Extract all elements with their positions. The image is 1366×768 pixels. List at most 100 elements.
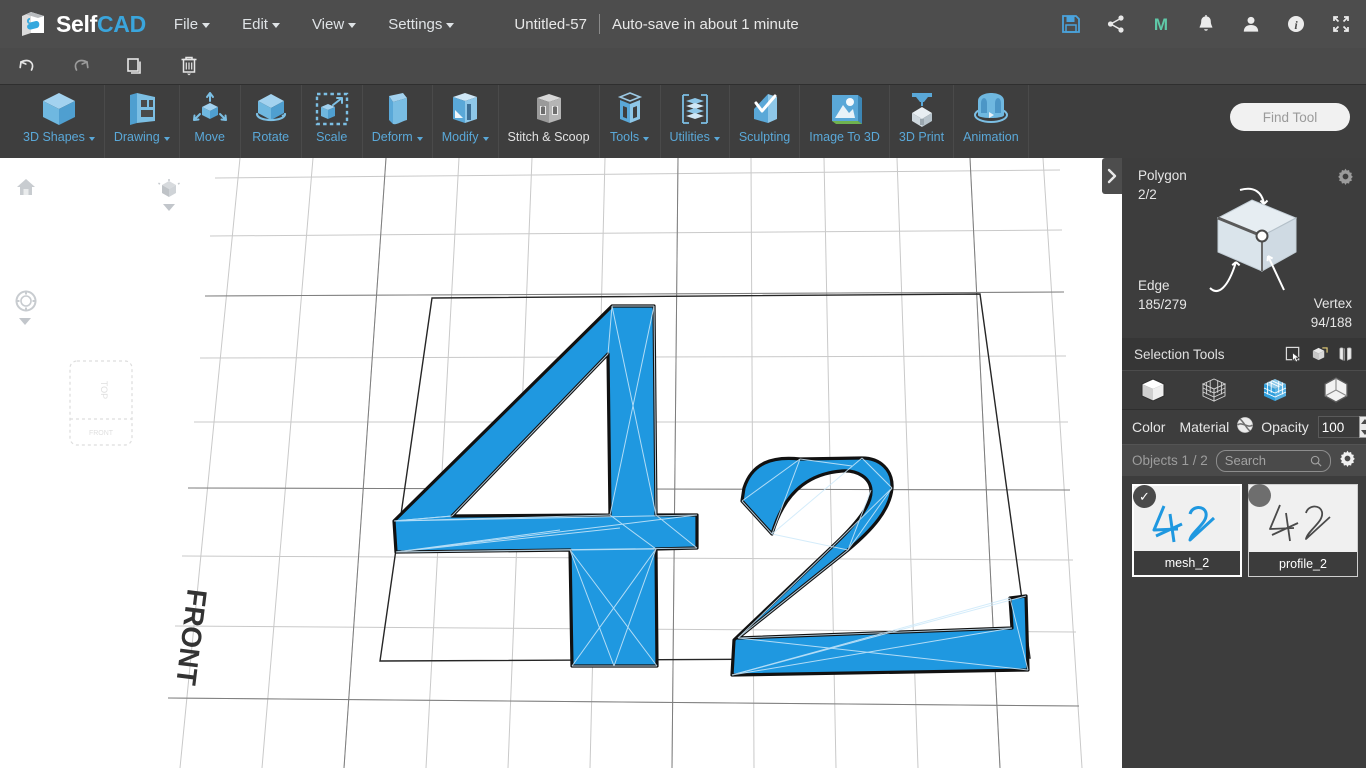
objects-count-label: Objects 1 / 2 (1132, 453, 1208, 468)
tool-rotate[interactable]: Rotate (241, 85, 302, 158)
mode-object[interactable] (1122, 376, 1183, 404)
spinner-down-icon[interactable] (1361, 430, 1366, 435)
chevron-down-icon (271, 23, 280, 28)
chevron-down-icon (643, 136, 650, 141)
menu-settings[interactable]: Settings (386, 12, 456, 37)
tool-label: Tools (610, 130, 650, 144)
3d-print-icon (901, 85, 943, 130)
tool-label: Deform (372, 130, 423, 144)
sculpting-icon (744, 85, 786, 130)
tool-modify[interactable]: Modify (433, 85, 499, 158)
tool-tools[interactable]: Tools (600, 85, 661, 158)
selection-tools-label: Selection Tools (1134, 346, 1225, 362)
tool-move[interactable]: Move (180, 85, 241, 158)
selfcad-logo[interactable]: SelfCAD (18, 9, 146, 39)
selection-tools-row: Selection Tools (1122, 338, 1366, 370)
tool-stitch-scoop[interactable]: Stitch & Scoop (499, 85, 600, 158)
undo-button[interactable] (0, 48, 54, 84)
navigation-mode-button[interactable] (14, 289, 38, 318)
object-name: mesh_2 (1134, 551, 1240, 575)
tool-drawing[interactable]: Drawing (105, 85, 180, 158)
objects-search-input[interactable]: Search (1215, 449, 1331, 472)
tool-utilities[interactable]: Utilities (661, 85, 730, 158)
navigation-dropdown-caret[interactable] (19, 318, 31, 325)
object-thumbnail (1134, 498, 1240, 548)
object-card-profile-2[interactable]: profile_2 (1248, 484, 1358, 577)
vertex-count: Vertex 94/188 (1311, 294, 1352, 332)
profile-thumbnail-icon (1269, 504, 1331, 542)
material-sphere-icon[interactable] (1236, 416, 1254, 439)
tool-3d-shapes[interactable]: 3D Shapes (14, 85, 105, 158)
selection-settings-button[interactable] (1337, 168, 1354, 190)
modify-icon (444, 85, 486, 130)
utilities-icon (674, 85, 716, 130)
menu-view-label: View (311, 15, 345, 33)
menu-edit[interactable]: Edit (240, 12, 282, 37)
tool-label: 3D Print (899, 130, 944, 144)
material-label: Material (1179, 419, 1230, 435)
lasso-select-icon[interactable] (1337, 346, 1354, 363)
info-icon[interactable]: i (1285, 13, 1307, 35)
3d-viewport[interactable]: FRONT TOP FRONT Y Z X (0, 158, 1122, 768)
mode-edge[interactable] (1305, 376, 1366, 404)
tool-drawing-label: Drawing (113, 130, 160, 144)
object-name: profile_2 (1249, 552, 1357, 576)
menu-file[interactable]: File (172, 12, 212, 37)
box-select-icon[interactable] (1311, 346, 1328, 363)
view-cube-button[interactable] (158, 178, 180, 205)
tool-sculpting[interactable]: Sculpting (730, 85, 801, 158)
mode-vertex[interactable] (1183, 376, 1244, 404)
tool-label: Modify (442, 130, 489, 144)
opacity-spinner[interactable] (1358, 416, 1366, 438)
share-icon[interactable] (1105, 13, 1127, 35)
rectangle-select-icon[interactable] (1285, 346, 1302, 363)
tool-image-to-3d[interactable]: Image To 3D (800, 85, 890, 158)
vertex-value: 94/188 (1310, 315, 1352, 330)
move-icon (189, 85, 231, 130)
tool-image-to-3d-label: Image To 3D (809, 130, 880, 144)
account-icon[interactable] (1240, 13, 1262, 35)
tool-scale-label: Scale (316, 130, 348, 144)
delete-button[interactable] (162, 48, 216, 84)
logo-cad-text: CAD (96, 10, 146, 37)
find-tool-input[interactable]: Find Tool (1230, 103, 1350, 131)
color-label: Color (1132, 419, 1166, 435)
document-title[interactable]: Untitled-57 (514, 16, 587, 33)
drawing-icon (121, 85, 163, 130)
tool-deform[interactable]: Deform (363, 85, 433, 158)
objects-settings-button[interactable] (1339, 450, 1356, 472)
logo-self-text: Self (56, 10, 97, 37)
mode-polygon[interactable] (1244, 376, 1305, 404)
redo-button[interactable] (54, 48, 108, 84)
opacity-stepper[interactable]: 100 (1317, 416, 1366, 438)
viewport-scene: FRONT TOP FRONT Y Z X (69, 158, 1083, 768)
tool-utilities-label: Utilities (669, 130, 710, 144)
edge-label: Edge (1138, 278, 1170, 293)
find-tool-placeholder: Find Tool (1262, 109, 1318, 125)
menu-view[interactable]: View (310, 12, 358, 37)
tool-3d-shapes-label: 3D Shapes (23, 130, 85, 144)
copy-button[interactable] (108, 48, 162, 84)
opacity-input[interactable]: 100 (1317, 416, 1359, 438)
home-view-button[interactable] (15, 176, 37, 203)
tool-scale[interactable]: Scale (302, 85, 363, 158)
tool-label: Stitch & Scoop (508, 130, 590, 144)
nav-cube-widget: TOP FRONT (69, 360, 133, 446)
polygon-count: Polygon 2/2 (1138, 166, 1187, 204)
tool-animation[interactable]: Animation (954, 85, 1029, 158)
tool-label: Utilities (670, 130, 720, 144)
notifications-icon[interactable] (1195, 13, 1217, 35)
marketplace-icon[interactable]: M (1150, 13, 1172, 35)
tool-stitch-scoop-label: Stitch & Scoop (507, 130, 590, 144)
view-cube-dropdown-caret[interactable] (163, 204, 175, 211)
save-icon[interactable] (1060, 13, 1082, 35)
fullscreen-icon[interactable] (1330, 13, 1352, 35)
cube-icon (158, 179, 180, 197)
spinner-up-icon[interactable] (1361, 419, 1366, 424)
selection-info-panel: Polygon 2/2 Edge 185/279 Vertex 94/188 (1122, 158, 1366, 338)
chevron-down-icon (482, 136, 489, 141)
edge-count: Edge 185/279 (1138, 276, 1187, 314)
object-card-mesh-2[interactable]: ✓ mesh_2 (1132, 484, 1242, 577)
panel-collapse-button[interactable] (1102, 158, 1122, 194)
tool-3d-print[interactable]: 3D Print (890, 85, 955, 158)
